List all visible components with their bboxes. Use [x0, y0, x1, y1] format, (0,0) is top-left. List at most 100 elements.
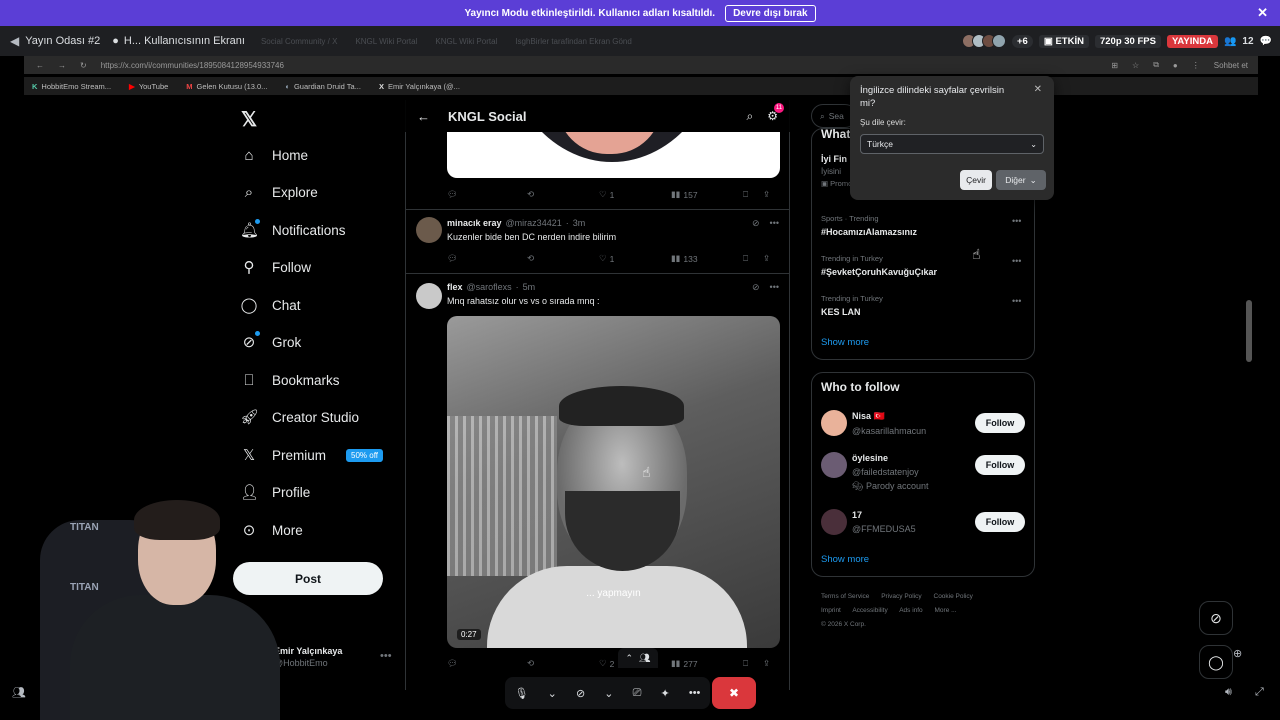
sidebar-item-chat[interactable]: ◯ Chat	[240, 294, 301, 316]
trend-item[interactable]: Trending in Turkey KES LAN	[821, 294, 883, 317]
other-button[interactable]: Diğer ⌄	[996, 170, 1046, 190]
sidebar-item-notifications[interactable]: 🔔︎ Notifications	[240, 219, 346, 241]
fullscreen-icon[interactable]: ⤢	[1255, 686, 1264, 699]
follow-button[interactable]: Follow	[975, 455, 1025, 475]
follow-suggestion[interactable]: öylesine @failedstatenjoy 🎭︎ Parody acco…	[852, 453, 928, 492]
footer-link[interactable]: More ...	[935, 607, 957, 614]
close-icon[interactable]: ✕	[1257, 5, 1268, 21]
more-dots-icon[interactable]: •••	[770, 282, 779, 293]
avatar[interactable]	[416, 283, 442, 309]
back-arrow-icon[interactable]: ←	[36, 61, 44, 70]
sidebar-item-home[interactable]: ⌂ Home	[240, 144, 308, 166]
footer-link[interactable]: Cookie Policy	[934, 593, 973, 600]
views-button[interactable]: ▮▮ 277	[671, 658, 743, 669]
tweet-time[interactable]: 3m	[573, 218, 586, 228]
room-name[interactable]: Yayın Odası #2	[25, 35, 100, 47]
avatar[interactable]	[821, 410, 847, 436]
language-select[interactable]: Türkçe ⌄	[860, 134, 1044, 154]
bookmark-icon[interactable]: ⎕	[743, 253, 763, 264]
grok-icon[interactable]: ⊘	[752, 282, 760, 293]
views-button[interactable]: ▮▮ 133	[671, 253, 743, 264]
leave-call-button[interactable]: ✖	[712, 677, 756, 709]
repost-icon[interactable]: ⟲	[527, 253, 599, 264]
menu-icon[interactable]: ⋮	[1192, 61, 1200, 70]
repost-icon[interactable]: ⟲	[527, 658, 599, 669]
messages-fab-button[interactable]: ◯	[1199, 645, 1233, 679]
like-button[interactable]: ♡ 1	[599, 253, 671, 264]
extensions-icon[interactable]: ⧉	[1153, 60, 1159, 70]
follow-button[interactable]: Follow	[975, 413, 1025, 433]
video-player[interactable]: ... yapmayın 0:27	[447, 316, 780, 648]
tweet-author-handle[interactable]: @saroflexs	[467, 282, 512, 292]
bookmark-item[interactable]: M Gelen Kutusu (13.0...	[186, 82, 267, 91]
chevron-down-icon[interactable]: ⌄	[604, 687, 613, 700]
people-icon[interactable]: 👥︎	[12, 686, 26, 699]
avatar[interactable]	[821, 452, 847, 478]
grok-icon[interactable]: ⊘	[752, 218, 760, 229]
footer-link[interactable]: Privacy Policy	[881, 593, 921, 600]
avatar[interactable]	[416, 217, 442, 243]
volume-icon[interactable]: 🔊︎	[1225, 686, 1232, 699]
more-dots-icon[interactable]: •••	[1012, 256, 1021, 266]
expand-tab[interactable]: ⌃ 👥︎	[618, 648, 658, 668]
grok-fab-button[interactable]: ⊘	[1199, 601, 1233, 635]
sidebar-item-creator-studio[interactable]: 🚀︎ Creator Studio	[240, 406, 359, 428]
bookmark-item[interactable]: X Emir Yalçınkaya (@...	[379, 82, 460, 91]
screen-share-icon[interactable]: ⎚	[633, 687, 642, 700]
bookmark-item[interactable]: ▶ YouTube	[129, 82, 168, 91]
trend-item[interactable]: Sports · Trending #HocamızıAlamazsınız	[821, 214, 917, 237]
star-icon[interactable]: ☆	[1132, 61, 1139, 70]
sidebar-item-bookmarks[interactable]: ⎕ Bookmarks	[240, 369, 339, 391]
more-dots-icon[interactable]: •••	[380, 650, 392, 662]
more-dots-icon[interactable]: •••	[1012, 296, 1021, 306]
trend-item[interactable]: Trending in Turkey #ŞevketÇoruhKavuğuÇık…	[821, 254, 937, 277]
footer-link[interactable]: Imprint	[821, 607, 841, 614]
tweet-author-name[interactable]: flex	[447, 282, 463, 292]
reload-icon[interactable]: ↻	[80, 61, 87, 70]
bookmark-item[interactable]: K HobbitEmo Stream...	[32, 82, 111, 91]
settings-icon[interactable]: ⚙ 11	[767, 102, 784, 124]
follow-suggestion[interactable]: Nisa 🇹🇷 @kasarillahmacun	[852, 411, 926, 436]
camera-off-icon[interactable]: ⊘	[576, 687, 585, 700]
zoom-icon[interactable]: ⊕	[1233, 647, 1242, 660]
share-icon[interactable]: ⇪	[763, 253, 770, 264]
more-dots-icon[interactable]: •••	[770, 218, 779, 229]
bookmark-icon[interactable]: ⎕	[743, 658, 763, 669]
tweet-time[interactable]: 5m	[523, 282, 536, 292]
microphone-icon[interactable]: 🎙︎	[515, 687, 529, 700]
profile-icon[interactable]: ●	[1173, 61, 1178, 70]
tweet-author-handle[interactable]: @miraz34421	[506, 218, 562, 228]
sidebar-item-follow[interactable]: ⚲ Follow	[240, 256, 312, 278]
more-dots-icon[interactable]: •••	[689, 687, 701, 699]
activities-icon[interactable]: ✦	[661, 687, 670, 700]
sidebar-item-premium[interactable]: 𝕏 Premium 50% off	[240, 444, 383, 466]
views-button[interactable]: ▮▮ 157	[671, 189, 743, 200]
close-icon[interactable]: ✕	[1034, 84, 1042, 95]
viewer-avatars[interactable]	[962, 34, 1006, 48]
search-icon[interactable]: ⌕	[747, 109, 754, 124]
footer-link[interactable]: Terms of Service	[821, 593, 869, 600]
more-dots-icon[interactable]: •••	[1012, 216, 1021, 226]
tweet-author-name[interactable]: minacık eray	[447, 218, 502, 228]
post-media[interactable]	[447, 132, 780, 178]
chat-icon[interactable]: 💬	[1260, 36, 1272, 47]
sidebar-item-grok[interactable]: ⊘ Grok	[240, 331, 301, 353]
repost-icon[interactable]: ⟲	[527, 189, 599, 200]
url-field[interactable]: https://x.com/i/communities/189508412895…	[101, 61, 284, 70]
share-icon[interactable]: ⇪	[763, 658, 770, 669]
scrollbar[interactable]	[1246, 300, 1252, 362]
chevron-down-icon[interactable]: ⌄	[548, 687, 557, 700]
bookmark-item[interactable]: ◐ Guardian Druid Ta...	[285, 82, 361, 91]
stream-title[interactable]: H... Kullanıcısının Ekranı	[124, 35, 245, 47]
like-button[interactable]: ♡ 1	[599, 189, 671, 200]
show-more-link[interactable]: Show more	[821, 554, 869, 565]
footer-link[interactable]: Ads info	[899, 607, 923, 614]
reply-icon[interactable]: 💬︎	[447, 253, 527, 264]
sidebar-item-explore[interactable]: ⌕ Explore	[240, 181, 318, 203]
x-logo-icon[interactable]: 𝕏	[241, 107, 257, 132]
follow-button[interactable]: Follow	[975, 512, 1025, 532]
chat-label[interactable]: Sohbet et	[1214, 61, 1248, 70]
back-arrow-icon[interactable]: ←	[417, 109, 430, 124]
bookmark-icon[interactable]: ⎕	[743, 189, 763, 200]
show-more-link[interactable]: Show more	[821, 337, 869, 348]
